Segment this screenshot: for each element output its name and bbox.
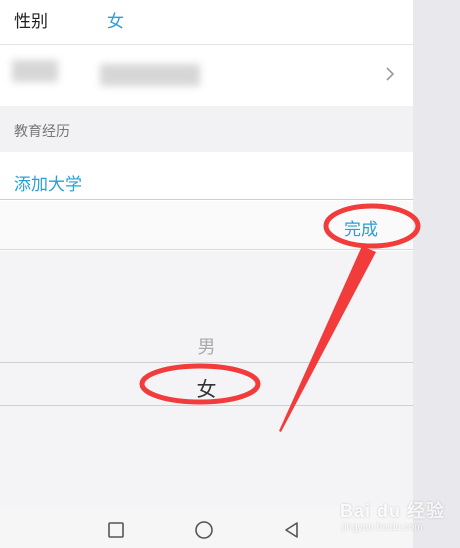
picker-option-male[interactable]: 男	[0, 333, 413, 359]
blurred-label	[12, 60, 58, 82]
add-university-link[interactable]: 添加大学	[14, 170, 82, 195]
education-section-title: 教育经历	[14, 124, 70, 140]
chevron-right-icon	[386, 67, 395, 81]
education-section-header: 教育经历	[0, 106, 413, 152]
triangle-back-icon[interactable]	[282, 520, 302, 540]
circle-home-icon[interactable]	[194, 520, 214, 540]
gender-label: 性别	[14, 12, 48, 32]
square-recents-icon[interactable]	[106, 520, 126, 540]
gender-picker[interactable]: 男 女	[0, 251, 413, 507]
gender-value: 女	[107, 12, 124, 32]
blurred-info-row[interactable]	[0, 46, 413, 106]
add-university-row[interactable]: 添加大学	[0, 152, 413, 200]
android-nav-bar	[0, 507, 413, 548]
gender-row[interactable]: 性别 女	[0, 0, 413, 45]
screenshot-margin	[413, 0, 460, 548]
picker-option-female[interactable]: 女	[0, 373, 413, 402]
phone-screen: 性别 女 教育经历 添加大学 完成 男 女	[0, 0, 413, 548]
picker-toolbar: 完成	[0, 201, 413, 250]
picker-selection-line-bottom	[0, 405, 413, 406]
blurred-value	[100, 64, 200, 86]
done-button[interactable]: 完成	[344, 215, 378, 240]
picker-selection-line-top	[0, 362, 413, 363]
